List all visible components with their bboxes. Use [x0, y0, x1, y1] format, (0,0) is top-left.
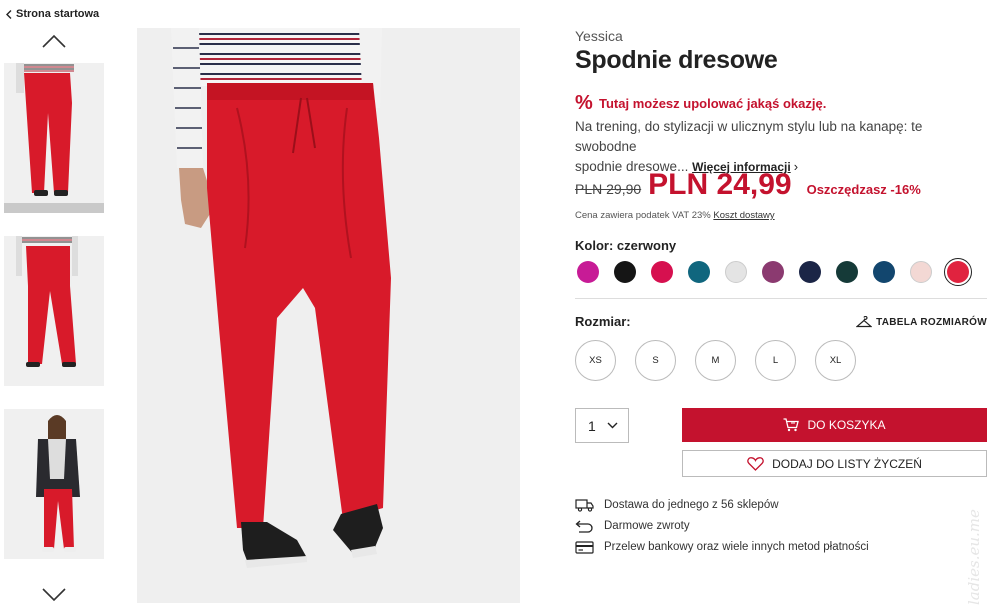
thumbnail-3[interactable] — [4, 409, 104, 559]
vat-note: Cena zawiera podatek VAT 23% Koszt dosta… — [575, 210, 775, 221]
hanger-icon — [856, 316, 873, 328]
size-option-l[interactable]: L — [755, 340, 796, 381]
service-info-list: Dostawa do jednego z 56 sklepów Darmowe … — [575, 494, 869, 557]
saving-badge: Oszczędzasz -16% — [806, 182, 921, 197]
color-swatch[interactable] — [910, 261, 932, 283]
price-row: PLN 29,90 PLN 24,99 Oszczędzasz -16% — [575, 168, 921, 202]
size-option-s[interactable]: S — [635, 340, 676, 381]
divider — [575, 298, 987, 299]
product-photo-illustration — [137, 28, 520, 603]
color-label: Kolor: czerwony — [575, 238, 677, 253]
percent-icon: % — [575, 92, 593, 114]
thumbnail-2[interactable] — [4, 236, 104, 386]
vat-text: Cena zawiera podatek VAT 23% — [575, 210, 711, 221]
main-product-image[interactable] — [137, 28, 520, 603]
info-item-text: Darmowe zwroty — [604, 519, 690, 532]
color-swatch[interactable] — [614, 261, 636, 283]
brand-name: Yessica — [575, 28, 623, 44]
watermark: ladies.eu.me — [965, 509, 983, 605]
add-to-cart-label: DO KOSZYKA — [807, 418, 886, 432]
description-line-1: Na trening, do stylizacji w ulicznym sty… — [575, 119, 923, 154]
info-item-payment: Przelew bankowy oraz wiele innych metod … — [575, 536, 869, 557]
size-option-xs[interactable]: XS — [575, 340, 616, 381]
promo-banner: % Tutaj możesz upolować jakąś okazję. — [575, 92, 826, 115]
color-swatch[interactable] — [762, 261, 784, 283]
add-to-wishlist-button[interactable]: DODAJ DO LISTY ŻYCZEŃ — [682, 450, 987, 477]
back-link-label: Strona startowa — [16, 8, 100, 20]
thumbnail-3-image — [4, 409, 104, 559]
current-price: PLN 24,99 — [648, 168, 792, 201]
thumbnail-2-image — [4, 236, 104, 386]
shipping-cost-link[interactable]: Koszt dostawy — [713, 210, 774, 221]
heart-icon — [747, 456, 764, 471]
chevron-left-icon — [6, 9, 12, 19]
add-to-wishlist-label: DODAJ DO LISTY ŻYCZEŃ — [772, 456, 922, 471]
thumbnail-1-image — [4, 63, 104, 203]
return-icon — [575, 520, 593, 533]
card-icon — [575, 540, 594, 554]
info-item-text: Przelew bankowy oraz wiele innych metod … — [604, 540, 869, 553]
promo-text: Tutaj możesz upolować jakąś okazję. — [599, 96, 827, 111]
color-swatch[interactable] — [836, 261, 858, 283]
chevron-down-icon — [607, 422, 618, 429]
size-options: XS S M L XL — [575, 340, 856, 381]
color-swatch[interactable] — [799, 261, 821, 283]
back-link[interactable]: Strona startowa — [6, 8, 99, 20]
color-swatch[interactable] — [688, 261, 710, 283]
quantity-value: 1 — [588, 417, 596, 434]
color-swatches — [577, 258, 972, 286]
old-price: PLN 29,90 — [575, 181, 642, 197]
size-option-xl[interactable]: XL — [815, 340, 856, 381]
info-item-returns: Darmowe zwroty — [575, 515, 869, 536]
color-swatch[interactable] — [651, 261, 673, 283]
color-swatch-selected[interactable] — [944, 258, 972, 286]
quantity-select[interactable]: 1 — [575, 408, 629, 443]
size-table-link[interactable]: TABELA ROZMIARÓW — [856, 316, 987, 328]
cart-icon — [783, 418, 800, 432]
chevron-down-icon — [42, 588, 66, 602]
thumbnails-down-button[interactable] — [42, 588, 66, 602]
color-swatch[interactable] — [873, 261, 895, 283]
truck-icon — [575, 498, 594, 512]
product-title: Spodnie dresowe — [575, 46, 778, 74]
thumbnails-up-button[interactable] — [42, 34, 66, 48]
size-option-m[interactable]: M — [695, 340, 736, 381]
add-to-cart-button[interactable]: DO KOSZYKA — [682, 408, 987, 442]
chevron-up-icon — [42, 34, 66, 48]
color-swatch[interactable] — [947, 261, 969, 283]
size-label: Rozmiar: — [575, 314, 631, 329]
info-item-text: Dostawa do jednego z 56 sklepów — [604, 498, 779, 511]
info-item-delivery: Dostawa do jednego z 56 sklepów — [575, 494, 869, 515]
color-swatch[interactable] — [725, 261, 747, 283]
size-table-label: TABELA ROZMIARÓW — [876, 316, 987, 328]
thumbnail-1[interactable] — [4, 63, 104, 213]
color-swatch[interactable] — [577, 261, 599, 283]
